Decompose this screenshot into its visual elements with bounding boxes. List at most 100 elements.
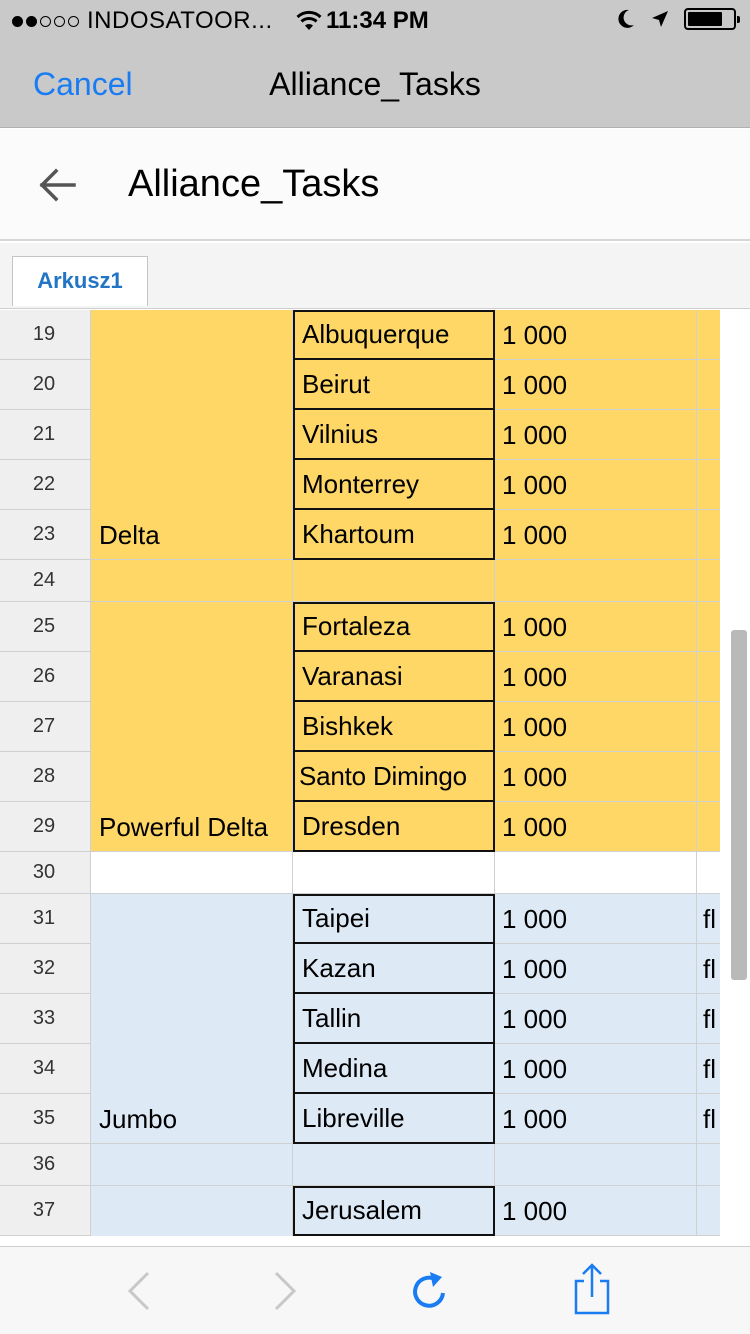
row-number[interactable]: 37 [0,1186,91,1236]
cell-group[interactable] [91,560,293,602]
forward-icon[interactable] [262,1269,306,1313]
cell-city[interactable]: Medina [293,1044,495,1094]
cell-city[interactable] [293,852,495,894]
cell-extra[interactable] [697,852,720,894]
cell-extra[interactable] [697,310,720,360]
cell-value[interactable]: 1 000 [495,410,697,460]
cell-value[interactable]: 1 000 [495,894,697,944]
cell-value[interactable]: 1 000 [495,944,697,994]
cell-group[interactable] [91,652,293,702]
row-number[interactable]: 30 [0,852,91,894]
cell-extra[interactable] [697,360,720,410]
cell-city[interactable]: Libreville [293,1094,495,1144]
cell-value[interactable] [495,852,697,894]
cell-extra[interactable] [697,602,720,652]
cell-group[interactable] [91,852,293,894]
cell-value[interactable]: 1 000 [495,1044,697,1094]
cell-value[interactable]: 1 000 [495,702,697,752]
cell-group[interactable] [91,944,293,994]
cell-value[interactable]: 1 000 [495,1094,697,1144]
row-number[interactable]: 25 [0,602,91,652]
cell-city[interactable]: Beirut [293,360,495,410]
cell-value[interactable] [495,560,697,602]
vertical-scrollbar[interactable] [731,630,747,980]
cell-extra[interactable]: fl [697,1094,720,1144]
cell-group[interactable] [91,994,293,1044]
cell-value[interactable]: 1 000 [495,460,697,510]
cell-group[interactable] [91,1144,293,1186]
cell-city[interactable]: Khartoum [293,510,495,560]
cell-value[interactable]: 1 000 [495,510,697,560]
cell-value[interactable]: 1 000 [495,652,697,702]
cell-city[interactable]: Tallin [293,994,495,1044]
cell-value[interactable] [495,1144,697,1186]
cell-city[interactable] [293,1144,495,1186]
cell-extra[interactable] [697,802,720,852]
cell-extra[interactable] [697,460,720,510]
row-number[interactable]: 24 [0,560,91,602]
back-icon[interactable] [118,1269,162,1313]
cell-group[interactable] [91,460,293,510]
cell-city[interactable]: Taipei [293,894,495,944]
cell-extra[interactable] [697,1186,720,1236]
back-arrow-icon[interactable] [36,165,78,205]
row-number[interactable]: 23 [0,510,91,560]
cell-extra[interactable] [697,752,720,802]
row-number[interactable]: 21 [0,410,91,460]
spreadsheet-grid[interactable]: 19 Albuquerque 1 000 20 Beirut 1 000 21 Vilnius… [0,310,720,1246]
cell-value[interactable]: 1 000 [495,994,697,1044]
cell-city[interactable] [293,560,495,602]
cell-group[interactable] [91,310,293,360]
row-number[interactable]: 26 [0,652,91,702]
cell-group[interactable] [91,410,293,460]
cell-extra[interactable] [697,560,720,602]
cell-group[interactable] [91,602,293,652]
cell-extra[interactable] [697,702,720,752]
cell-city[interactable]: Varanasi [293,652,495,702]
cell-extra[interactable] [697,652,720,702]
cell-extra[interactable] [697,1144,720,1186]
cell-extra[interactable]: fl [697,944,720,994]
reload-icon[interactable] [408,1269,452,1313]
row-number[interactable]: 22 [0,460,91,510]
row-number[interactable]: 20 [0,360,91,410]
row-number[interactable]: 28 [0,752,91,802]
cell-city[interactable]: Santo Dimingo [293,752,495,802]
cell-city[interactable]: Monterrey [293,460,495,510]
cell-value[interactable]: 1 000 [495,752,697,802]
cell-city[interactable]: Bishkek [293,702,495,752]
cell-value[interactable]: 1 000 [495,310,697,360]
cell-city[interactable]: Jerusalem [293,1186,495,1236]
row-number[interactable]: 35 [0,1094,91,1144]
cell-value[interactable]: 1 000 [495,602,697,652]
row-number[interactable]: 34 [0,1044,91,1094]
row-number[interactable]: 36 [0,1144,91,1186]
cell-value[interactable]: 1 000 [495,802,697,852]
cell-extra[interactable]: fl [697,1044,720,1094]
cell-city[interactable]: Dresden [293,802,495,852]
row-number[interactable]: 31 [0,894,91,944]
cell-group[interactable] [91,702,293,752]
cell-city[interactable]: Vilnius [293,410,495,460]
row-number[interactable]: 29 [0,802,91,852]
cell-city[interactable]: Kazan [293,944,495,994]
cell-city[interactable]: Albuquerque [293,310,495,360]
row-number[interactable]: 32 [0,944,91,994]
cell-group[interactable] [91,1186,293,1236]
cell-group[interactable] [91,894,293,944]
row-number[interactable]: 19 [0,310,91,360]
cell-extra[interactable] [697,510,720,560]
cell-group[interactable] [91,1044,293,1094]
cell-group[interactable] [91,360,293,410]
cell-extra[interactable] [697,410,720,460]
cell-value[interactable]: 1 000 [495,360,697,410]
tab-arkusz1[interactable]: Arkusz1 [12,256,148,306]
row-number[interactable]: 27 [0,702,91,752]
cell-group[interactable] [91,752,293,802]
share-icon[interactable] [570,1263,614,1315]
cell-city[interactable]: Fortaleza [293,602,495,652]
row-number[interactable]: 33 [0,994,91,1044]
cell-extra[interactable]: fl [697,994,720,1044]
cell-extra[interactable]: fl [697,894,720,944]
cell-value[interactable]: 1 000 [495,1186,697,1236]
